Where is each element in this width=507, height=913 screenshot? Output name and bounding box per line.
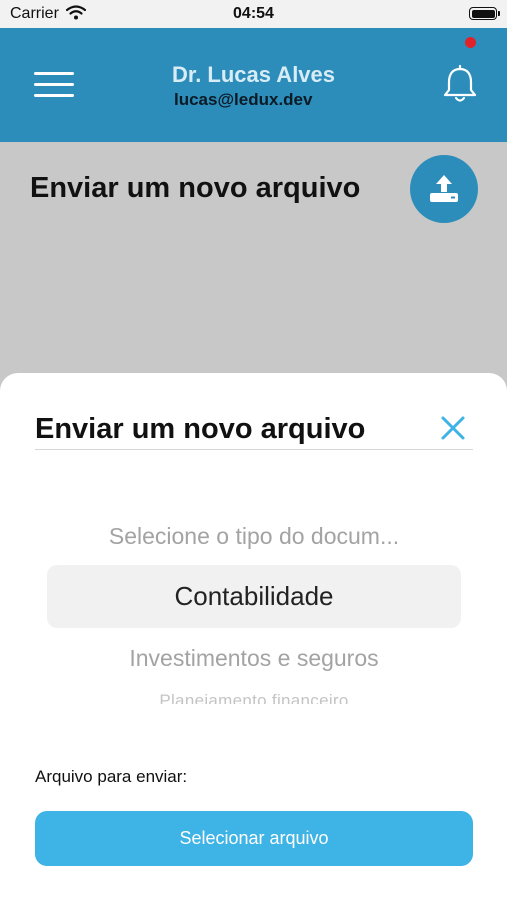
page-title: Enviar um novo arquivo [30,172,361,204]
upload-icon [430,175,458,202]
sheet-divider [35,449,473,450]
picker-option[interactable]: Investimentos e seguros [47,645,461,672]
user-name: Dr. Lucas Alves [171,62,336,87]
bell-icon[interactable] [440,64,480,106]
select-file-button[interactable]: Selecionar arquivo [35,811,473,866]
file-label: Arquivo para enviar: [35,767,188,786]
picker-option-selected[interactable]: Contabilidade [47,565,461,628]
picker-option-placeholder[interactable]: Selecione o tipo do docum... [47,523,461,550]
notification-badge [465,37,476,48]
upload-sheet: Enviar um novo arquivo Selecione o tipo … [0,373,507,913]
battery-icon [469,7,500,20]
status-bar: Carrier 04:54 [0,0,507,28]
user-email: lucas@ledux.dev [174,90,313,109]
picker-option[interactable]: Planejamento financeiro [47,690,461,704]
app-header: Dr. Lucas Alves lucas@ledux.dev [0,28,507,142]
clock: 04:54 [233,5,274,22]
sheet-title: Enviar um novo arquivo [35,413,366,445]
close-icon[interactable] [440,415,466,441]
upload-button[interactable] [410,155,478,223]
